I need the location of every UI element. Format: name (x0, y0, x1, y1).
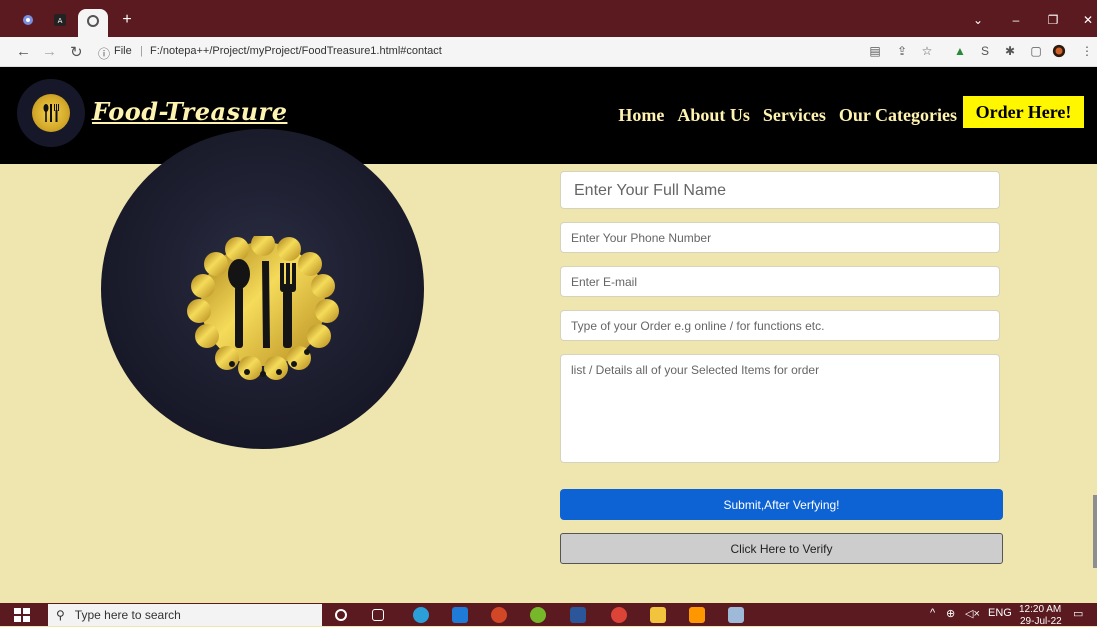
file-explorer-icon[interactable] (650, 607, 666, 623)
main-nav: Home About Us Services Our Categories (618, 105, 957, 126)
cutlery-icon (32, 94, 70, 132)
site-header: Food-Treasure Home About Us Services Our… (0, 67, 1097, 164)
wps-icon[interactable] (530, 607, 546, 623)
order-type-input[interactable]: Type of your Order e.g online / for func… (560, 310, 1000, 341)
logo[interactable] (17, 79, 85, 147)
menu-kebab-icon[interactable]: ⋮ (1080, 44, 1094, 58)
nav-about-us[interactable]: About Us (677, 105, 750, 126)
translate-icon[interactable]: ▤ (868, 44, 882, 58)
network-icon[interactable]: ⊕ (946, 607, 955, 620)
info-icon[interactable]: ⓘ (98, 45, 110, 62)
tab-active[interactable] (78, 9, 108, 37)
bookmark-star-icon[interactable]: ☆ (920, 44, 934, 58)
language-indicator[interactable]: ENG (988, 607, 1012, 619)
submit-button[interactable]: Submit,After Verfying! (560, 489, 1003, 520)
extension-s-icon[interactable]: S (978, 44, 992, 58)
scrollbar-thumb[interactable] (1093, 495, 1097, 568)
sublime-text-icon[interactable] (689, 607, 705, 623)
forward-arrow-icon[interactable]: → (42, 43, 57, 60)
tray-chevron-icon[interactable]: ^ (930, 607, 935, 619)
mail-icon[interactable] (452, 607, 468, 623)
clock-time[interactable]: 12:20 AM (1019, 604, 1061, 615)
extension-icon[interactable]: ▲ (953, 44, 967, 58)
nav-home[interactable]: Home (618, 105, 664, 126)
tab-search-chevron-icon[interactable]: ⌄ (970, 9, 986, 31)
taskbar-search-box[interactable]: ⚲ Type here to search (48, 604, 322, 626)
maximize-button[interactable]: ❐ (1045, 9, 1061, 31)
svg-text:A: A (58, 17, 63, 25)
react-tab-icon[interactable]: A (52, 9, 68, 31)
notifications-icon[interactable]: ▭ (1073, 607, 1083, 620)
profile-avatar[interactable] (1052, 44, 1066, 58)
verify-button[interactable]: Click Here to Verify (560, 533, 1003, 564)
brand-name[interactable]: Food-Treasure (92, 97, 287, 126)
cutlery-emblem-icon (187, 236, 339, 380)
full-name-input[interactable]: Enter Your Full Name (560, 171, 1000, 209)
volume-icon[interactable]: ◁× (965, 607, 980, 620)
windows-taskbar: ⚲ Type here to search ^ ⊕ ◁× ENG 12:20 A… (0, 603, 1097, 627)
new-tab-button[interactable]: + (118, 9, 136, 31)
tab-favicon-icon[interactable] (20, 9, 36, 31)
email-input[interactable]: Enter E-mail (560, 266, 1000, 297)
clock-date[interactable]: 29-Jul-22 (1020, 616, 1062, 627)
minimize-button[interactable]: – (1008, 9, 1024, 31)
taskbar-search-placeholder: Type here to search (74, 608, 181, 622)
word-icon[interactable] (570, 607, 586, 623)
nav-services[interactable]: Services (763, 105, 826, 126)
order-details-textarea[interactable]: list / Details all of your Selected Item… (560, 354, 1000, 463)
search-icon: ⚲ (56, 608, 65, 622)
url-text[interactable]: F:/notepa++/Project/myProject/FoodTreasu… (150, 45, 442, 57)
url-scheme-label: File (114, 45, 132, 57)
windows-start-button[interactable] (14, 608, 30, 622)
edge-icon[interactable] (413, 607, 429, 623)
notepad-icon[interactable] (728, 607, 744, 623)
url-separator: | (140, 45, 143, 57)
browser-tab-strip: A + ⌄ – ❐ ✕ (0, 0, 1097, 37)
phone-input[interactable]: Enter Your Phone Number (560, 222, 1000, 253)
powerpoint-icon[interactable] (491, 607, 507, 623)
share-icon[interactable]: ⇪ (895, 44, 909, 58)
task-view-icon[interactable] (372, 609, 384, 621)
close-window-button[interactable]: ✕ (1080, 9, 1096, 31)
reload-icon[interactable]: ↻ (70, 43, 83, 61)
side-panel-icon[interactable]: ▢ (1029, 44, 1043, 58)
address-bar: ← → ↻ ⓘ File | F:/notepa++/Project/myPro… (0, 37, 1097, 67)
extensions-puzzle-icon[interactable]: ✱ (1003, 44, 1017, 58)
order-here-button[interactable]: Order Here! (963, 96, 1084, 128)
cortana-icon[interactable] (335, 609, 347, 621)
back-arrow-icon[interactable]: ← (16, 43, 31, 60)
nav-our-categories[interactable]: Our Categories (839, 105, 957, 126)
chrome-icon[interactable] (611, 607, 627, 623)
